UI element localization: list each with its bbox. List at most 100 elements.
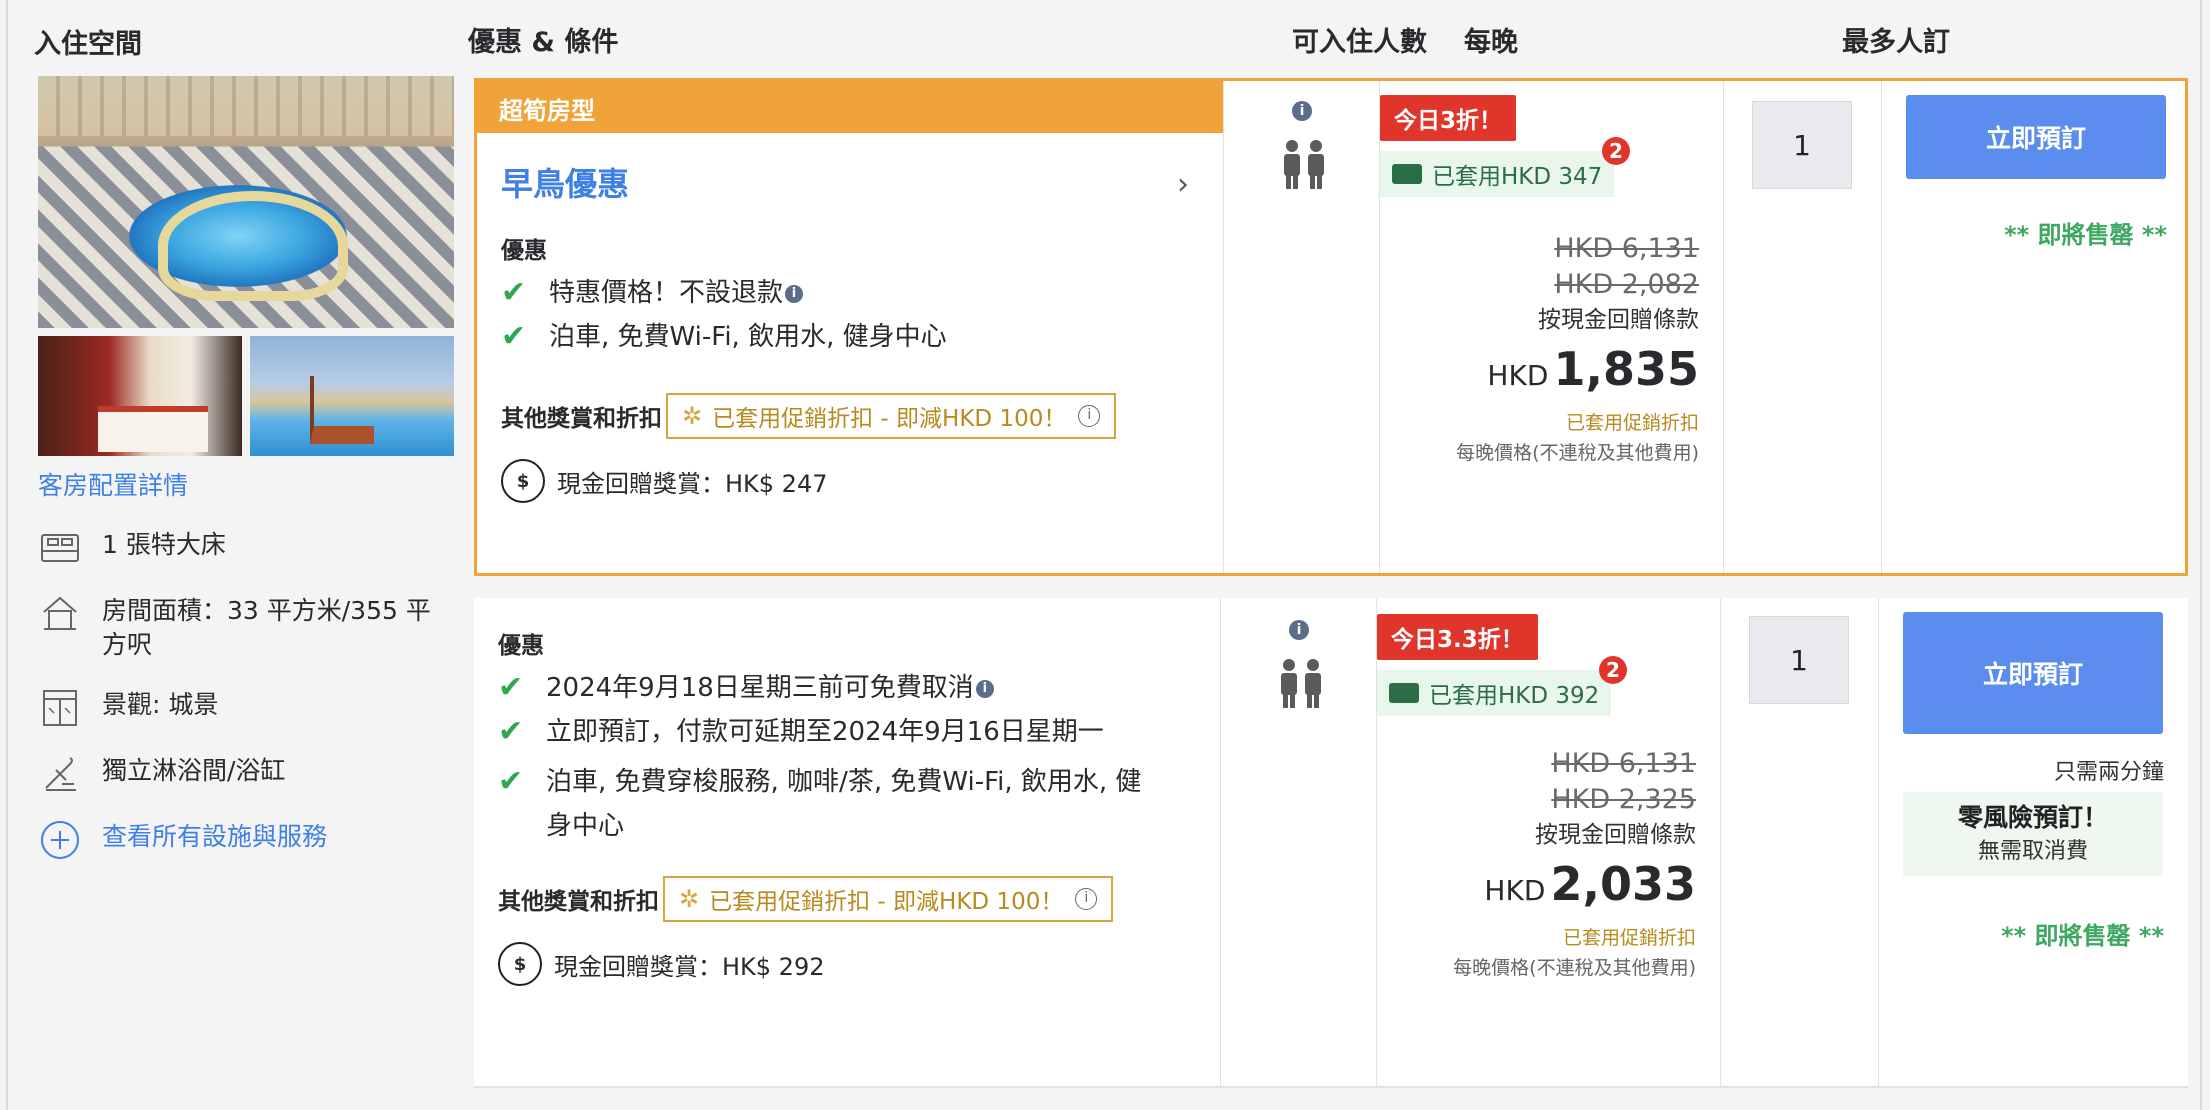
strike-price: HKD 2,082	[1554, 269, 1699, 300]
per-night-note: 每晚價格(不連稅及其他費用)	[1456, 442, 1699, 464]
occupancy-cell: i	[1223, 81, 1379, 573]
quantity-select[interactable]: 1	[1752, 101, 1852, 189]
two-minutes-note: 只需兩分鐘	[2053, 760, 2164, 785]
coupon-applied-tag[interactable]: 已套用HKD 392	[1377, 670, 1612, 716]
book-now-button[interactable]: 立即預訂	[1903, 612, 2163, 734]
per-night-note: 每晚價格(不連稅及其他費用)	[1453, 957, 1696, 979]
deal-name[interactable]: 早鳥優惠	[501, 159, 629, 205]
no-risk-box: 零風險預訂！ 無需取消費	[1903, 792, 2163, 876]
room-photo-resort[interactable]	[250, 336, 454, 456]
all-facilities-row[interactable]: 查看所有設施與服務	[38, 820, 454, 860]
header-max-rooms: 最多人訂	[1842, 27, 1950, 58]
promo-applied-note: 已套用促銷折扣	[1562, 927, 1696, 949]
quantity-select[interactable]: 1	[1749, 616, 1849, 704]
room-photo-bedroom[interactable]	[38, 336, 242, 456]
coupon-applied-text: 已套用HKD 392	[1429, 683, 1600, 709]
benefit-text: 2024年9月18日星期三前可免費取消	[546, 673, 974, 703]
coin-icon: $	[501, 459, 545, 503]
promo-discount-box[interactable]: ✲ 已套用促銷折扣 - 即減HKD 100！ i	[666, 393, 1117, 439]
promo-text: 已套用促銷折扣 - 即減HKD 100！	[712, 406, 1067, 432]
feature-shower-text: 獨立淋浴間/浴缸	[102, 756, 286, 785]
room-details-link[interactable]: 客房配置詳情	[38, 466, 454, 502]
final-amount: 1,835	[1553, 342, 1699, 396]
currency: HKD	[1484, 874, 1546, 907]
discount-badge-icon: ✲	[679, 885, 700, 913]
feature-area: 房間面積：33 平方米/355 平方呎	[38, 594, 454, 662]
cashback-text: 現金回贈獎賞：HK$ 292	[554, 952, 825, 981]
info-icon[interactable]: i	[1289, 620, 1309, 640]
feature-view-text: 景觀: 城景	[102, 690, 219, 719]
original-price: HKD 6,131	[1551, 748, 1696, 779]
coupon-icon	[1392, 164, 1422, 184]
room-info: 客房配置詳情 1 張特大床 房間面積：33 平方米/355 平方呎 景觀: 城景	[38, 76, 454, 860]
header-per-night: 每晚	[1464, 27, 1518, 58]
final-amount: 2,033	[1550, 857, 1696, 911]
feature-view: 景觀: 城景	[38, 688, 454, 728]
all-facilities-link[interactable]: 查看所有設施與服務	[102, 820, 442, 854]
coupon-icon	[1389, 683, 1419, 703]
coupon-applied-tag[interactable]: 已套用HKD 347	[1380, 151, 1615, 197]
plus-circle-icon[interactable]	[38, 820, 82, 860]
promo-discount-box[interactable]: ✲ 已套用促銷折扣 - 即減HKD 100！ i	[663, 876, 1114, 922]
other-rewards-row: 其他獎賞和折扣 ✲ 已套用促銷折扣 - 即減HKD 100！ i	[498, 876, 1198, 922]
benefit-text: 特惠價格！不設退款	[549, 278, 784, 308]
chevron-right-icon[interactable]: ›	[1177, 167, 1189, 202]
benefits-title: 優惠	[498, 633, 544, 659]
promo-text: 已套用促銷折扣 - 即減HKD 100！	[709, 889, 1064, 915]
cashback-row: $ 現金回贈獎賞：HK$ 292	[498, 942, 1198, 986]
original-price: HKD 6,131	[1554, 233, 1699, 264]
hot-deal-banner: 超筍房型	[477, 81, 1223, 133]
coupon-applied-text: 已套用HKD 347	[1432, 164, 1603, 190]
booking-cell: 立即預訂 ** 即將售罄 **	[1881, 81, 2191, 573]
price-cell: 今日3折！ 已套用HKD 347 2 HKD 6,131 HKD 2,082 按…	[1379, 81, 1723, 573]
room-photo-pool[interactable]	[38, 76, 454, 328]
check-icon: ✔	[501, 275, 527, 310]
discount-tag: 今日3.3折！	[1377, 614, 1538, 660]
no-risk-title: 零風險預訂！	[1957, 803, 2108, 832]
check-icon: ✔	[498, 764, 524, 799]
currency: HKD	[1487, 359, 1549, 392]
book-now-button[interactable]: 立即預訂	[1906, 95, 2166, 179]
info-icon[interactable]: i	[785, 284, 804, 303]
header-offers: 優惠 & 條件	[468, 27, 619, 58]
promo-applied-note: 已套用促銷折扣	[1565, 412, 1699, 434]
discount-badge-icon: ✲	[682, 402, 703, 430]
check-icon: ✔	[498, 714, 524, 749]
discount-tag: 今日3折！	[1380, 95, 1517, 141]
benefit-item: ✔ 2024年9月18日星期三前可免費取消 i	[498, 666, 1198, 710]
feature-bed: 1 張特大床	[38, 528, 454, 568]
cashback-text: 現金回贈獎賞：HK$ 247	[557, 469, 828, 498]
quantity-cell: 1	[1723, 81, 1881, 573]
cashback-terms: 按現金回贈條款	[1535, 822, 1696, 848]
cashback-row: $ 現金回贈獎賞：HK$ 247	[501, 459, 1201, 503]
benefit-text: 泊車, 免費穿梭服務, 咖啡/茶, 免費Wi-Fi, 飲用水, 健身中心	[546, 767, 1142, 841]
bed-icon	[38, 528, 82, 568]
two-persons-icon	[1284, 140, 1324, 189]
info-icon[interactable]: i	[1075, 888, 1098, 910]
info-icon[interactable]: i	[1078, 405, 1101, 427]
benefit-text: 立即預訂，付款可延期至2024年9月16日星期一	[546, 717, 1104, 747]
benefit-item: ✔ 立即預訂，付款可延期至2024年9月16日星期一	[498, 710, 1138, 754]
info-icon[interactable]: i	[1292, 101, 1312, 121]
check-icon: ✔	[501, 319, 527, 354]
benefit-item: ✔ 泊車, 免費Wi-Fi, 飲用水, 健身中心	[501, 315, 1201, 359]
feature-shower: 獨立淋浴間/浴缸	[38, 754, 454, 794]
two-persons-icon	[1281, 659, 1321, 708]
quantity-cell: 1	[1720, 598, 1878, 1086]
occupancy-cell: i	[1220, 598, 1376, 1086]
window-icon	[38, 688, 82, 728]
benefit-item: ✔ 特惠價格！不設退款 i	[501, 271, 1201, 315]
benefit-item: ✔ 泊車, 免費穿梭服務, 咖啡/茶, 免費Wi-Fi, 飲用水, 健身中心	[498, 760, 1158, 848]
other-rewards-title: 其他獎賞和折扣	[501, 406, 662, 432]
header-room: 入住空間	[34, 29, 142, 60]
coupon-count-badge: 2	[1602, 137, 1630, 165]
info-icon[interactable]: i	[975, 679, 994, 698]
other-rewards-title: 其他獎賞和折扣	[498, 889, 659, 915]
strike-price: HKD 2,325	[1551, 784, 1696, 815]
feature-bed-text: 1 張特大床	[102, 530, 226, 559]
benefits-title: 優惠	[501, 238, 547, 264]
offer-card-flexible: 優惠 ✔ 2024年9月18日星期三前可免費取消 i ✔ 立即預訂，付款可延期至2…	[474, 598, 2188, 1088]
coin-icon: $	[498, 942, 542, 986]
check-icon: ✔	[498, 670, 524, 705]
other-rewards-row: 其他獎賞和折扣 ✲ 已套用促銷折扣 - 即減HKD 100！ i	[501, 393, 1201, 439]
